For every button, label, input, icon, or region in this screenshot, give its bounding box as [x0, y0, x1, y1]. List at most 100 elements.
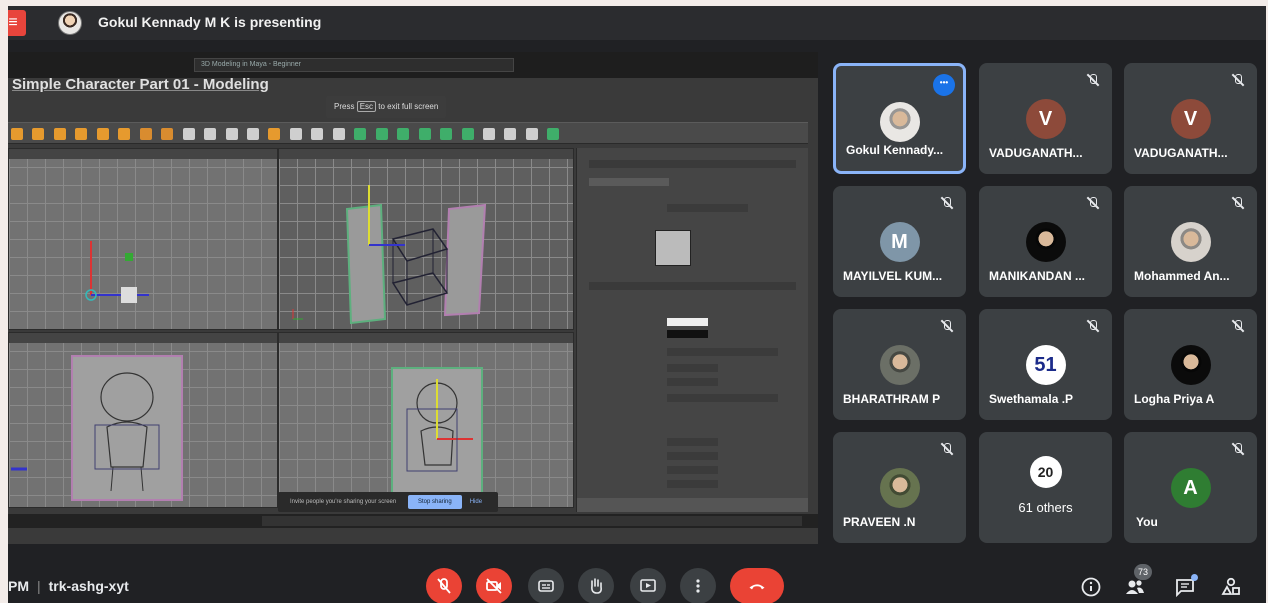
mic-muted-icon	[940, 196, 954, 210]
share-notice-text: Invite people you're sharing your screen	[290, 499, 397, 505]
avatar: V	[1170, 99, 1211, 139]
hang-up-icon[interactable]	[730, 568, 784, 603]
people-button[interactable]: 73	[1124, 564, 1152, 598]
participant-tile[interactable]: ••• Gokul Kennady...	[833, 63, 966, 174]
attribute-row	[667, 394, 778, 402]
shelf-tool-icon	[482, 128, 495, 140]
captions-icon[interactable]	[528, 568, 564, 603]
mic-muted-icon	[1086, 196, 1100, 210]
viewport-top	[8, 148, 278, 330]
participant-tile[interactable]: M MAYILVEL KUM...	[833, 186, 966, 297]
shelf-tool-icon	[246, 128, 259, 140]
more-options-icon[interactable]: •••	[933, 74, 955, 96]
fullscreen-hint-key: Esc	[356, 101, 377, 112]
presenter-avatar	[58, 11, 82, 35]
reference-image-plane	[71, 355, 183, 501]
perspective-scene-graphic	[292, 185, 487, 325]
maya-menubar: 3D Modeling in Maya - Beginner	[8, 52, 818, 78]
maya-search-field: 3D Modeling in Maya - Beginner	[194, 58, 514, 72]
screen-share-notice: Invite people you're sharing your screen…	[278, 492, 498, 512]
activities-icon[interactable]	[1220, 576, 1242, 598]
participant-tile[interactable]: PRAVEEN .N	[833, 432, 966, 543]
participant-tile[interactable]: MANIKANDAN ...	[979, 186, 1112, 297]
meeting-code: trk-ashg-xyt	[48, 578, 129, 594]
meet-window: ≡ Gokul Kennady M K is presenting 3D Mod…	[8, 6, 1266, 603]
shelf-tool-icon	[139, 128, 152, 140]
character-sketch	[406, 379, 473, 472]
meeting-info-icon[interactable]	[1080, 576, 1102, 598]
avatar: 51	[1025, 345, 1066, 385]
avatar	[879, 345, 920, 385]
attribute-row	[589, 160, 796, 168]
avatar: M	[879, 222, 920, 262]
shelf-tool-icon	[32, 128, 45, 140]
people-count-badge: 73	[1134, 564, 1152, 580]
raise-hand-icon[interactable]	[578, 568, 614, 603]
more-options-icon[interactable]	[680, 568, 716, 603]
mic-muted-icon	[1231, 73, 1245, 87]
attribute-row	[667, 204, 748, 212]
viewport-toolbar	[9, 333, 277, 343]
color-swatch	[667, 318, 708, 326]
shelf-tool-icon	[268, 128, 281, 140]
attribute-editor-panel	[576, 148, 808, 512]
attribute-row	[667, 438, 718, 446]
participant-name: PRAVEEN .N	[843, 515, 916, 529]
chat-button[interactable]	[1174, 574, 1198, 598]
shelf-tool-icon	[204, 128, 217, 140]
participant-name: VADUGANATH...	[989, 146, 1083, 160]
avatar	[1025, 222, 1066, 262]
participant-tile[interactable]: BHARATHRAM P	[833, 309, 966, 420]
presenting-bar: ≡ Gokul Kennady M K is presenting	[8, 6, 1266, 40]
participant-tile[interactable]: 51 Swethamala .P	[979, 309, 1112, 420]
mic-muted-icon	[1231, 196, 1245, 210]
shelf-tool-icon	[504, 128, 517, 140]
participant-tile[interactable]: Mohammed An...	[1124, 186, 1257, 297]
present-screen-icon[interactable]	[630, 568, 666, 603]
shelf-tool-icon	[118, 128, 131, 140]
participant-name: MAYILVEL KUM...	[843, 269, 943, 283]
avatar	[879, 468, 920, 508]
stop-sharing-button[interactable]: Stop sharing	[408, 495, 462, 509]
hide-share-notice-button[interactable]: Hide	[470, 499, 482, 505]
camera-off-icon[interactable]	[476, 568, 512, 603]
meeting-details[interactable]: PM | trk-ashg-xyt	[8, 578, 129, 594]
attribute-row	[667, 466, 718, 474]
axis-arrow	[11, 467, 27, 471]
participant-tile[interactable]: V VADUGANATH...	[979, 63, 1112, 174]
attribute-row	[667, 452, 718, 460]
participant-tile[interactable]: 20 61 others	[979, 432, 1112, 543]
participant-tile[interactable]: Logha Priya A	[1124, 309, 1257, 420]
fullscreen-hint: Press Esc to exit full screen	[326, 96, 447, 118]
maya-scene-title: Simple Character Part 01 - Modeling	[12, 76, 269, 93]
unread-dot	[1191, 574, 1198, 581]
shelf-tool-icon	[547, 128, 560, 140]
avatar: A	[1170, 468, 1211, 508]
attribute-row	[589, 282, 796, 290]
presenting-label: Gokul Kennady M K is presenting	[98, 14, 322, 30]
participant-name: Gokul Kennady...	[846, 143, 944, 157]
participant-tile[interactable]: A You	[1124, 432, 1257, 543]
shelf-tool-icon	[525, 128, 538, 140]
fullscreen-hint-prefix: Press	[334, 102, 355, 111]
shelf-tool-icon	[96, 128, 109, 140]
mic-muted-icon	[940, 442, 954, 456]
mic-off-icon[interactable]	[426, 568, 462, 603]
shelf-tool-icon	[418, 128, 431, 140]
attribute-row	[667, 364, 718, 372]
participant-name: Mohammed An...	[1134, 269, 1230, 283]
participant-tile[interactable]: V VADUGANATH...	[1124, 63, 1257, 174]
avatar	[879, 102, 920, 142]
participant-name: MANIKANDAN ...	[989, 269, 1085, 283]
shelf-tool-icon	[225, 128, 238, 140]
shelf-tool-icon	[75, 128, 88, 140]
reference-image-plane	[391, 367, 483, 495]
shelf-tool-icon	[397, 128, 410, 140]
avatar	[1170, 222, 1211, 262]
viewport-front	[8, 332, 278, 508]
shelf-tool-icon	[289, 128, 302, 140]
shelf-tool-icon	[182, 128, 195, 140]
maya-timeline	[8, 514, 818, 528]
menu-icon[interactable]: ≡	[8, 10, 26, 36]
character-sketch	[94, 372, 160, 492]
